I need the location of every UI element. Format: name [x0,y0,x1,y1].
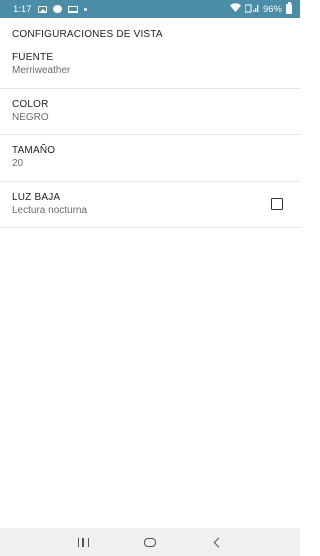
setting-value: NEGRO [12,111,49,123]
chat-icon [52,0,62,13]
battery-icon [286,2,292,14]
settings-screen: 1:17 96% CONFIGURACIONES DE VISTA [0,0,300,556]
recent-apps-icon [77,537,89,547]
back-icon [213,537,224,547]
status-bar: 1:17 96% [0,0,300,18]
navigation-bar [0,528,300,556]
status-right: 96% [229,2,292,15]
setting-value: Merriweather [12,65,71,76]
setting-row-color[interactable]: COLOR NEGRO [0,89,300,135]
status-time: 1:17 [13,3,32,15]
night-reading-checkbox[interactable] [271,197,283,210]
dot-icon [83,7,87,11]
setting-value: 20 [12,158,24,169]
status-left: 1:17 [13,0,87,15]
page-title: CONFIGURACIONES DE VISTA [12,29,163,40]
battery-percent: 96% [262,3,282,15]
home-icon [143,537,156,547]
setting-title: FUENTE [12,52,54,63]
setting-row-font[interactable]: FUENTE Merriweather [0,42,300,89]
home-button[interactable] [135,530,165,554]
settings-list: FUENTE Merriweather COLOR NEGRO TAMAÑO 2… [0,42,300,228]
volte-signal-icon [244,4,259,15]
setting-row-low-light[interactable]: LUZ BAJA Lectura nocturna [0,182,300,228]
laptop-icon [67,5,78,13]
back-button[interactable] [202,530,232,554]
image-icon [37,5,47,13]
setting-title: COLOR [12,98,49,110]
setting-value: Lectura nocturna [12,204,88,216]
setting-title: LUZ BAJA [12,191,61,203]
setting-row-size[interactable]: TAMAÑO 20 [0,135,300,182]
wifi-icon [229,3,241,15]
setting-title: TAMAÑO [12,145,56,156]
recent-apps-button[interactable] [68,530,98,554]
